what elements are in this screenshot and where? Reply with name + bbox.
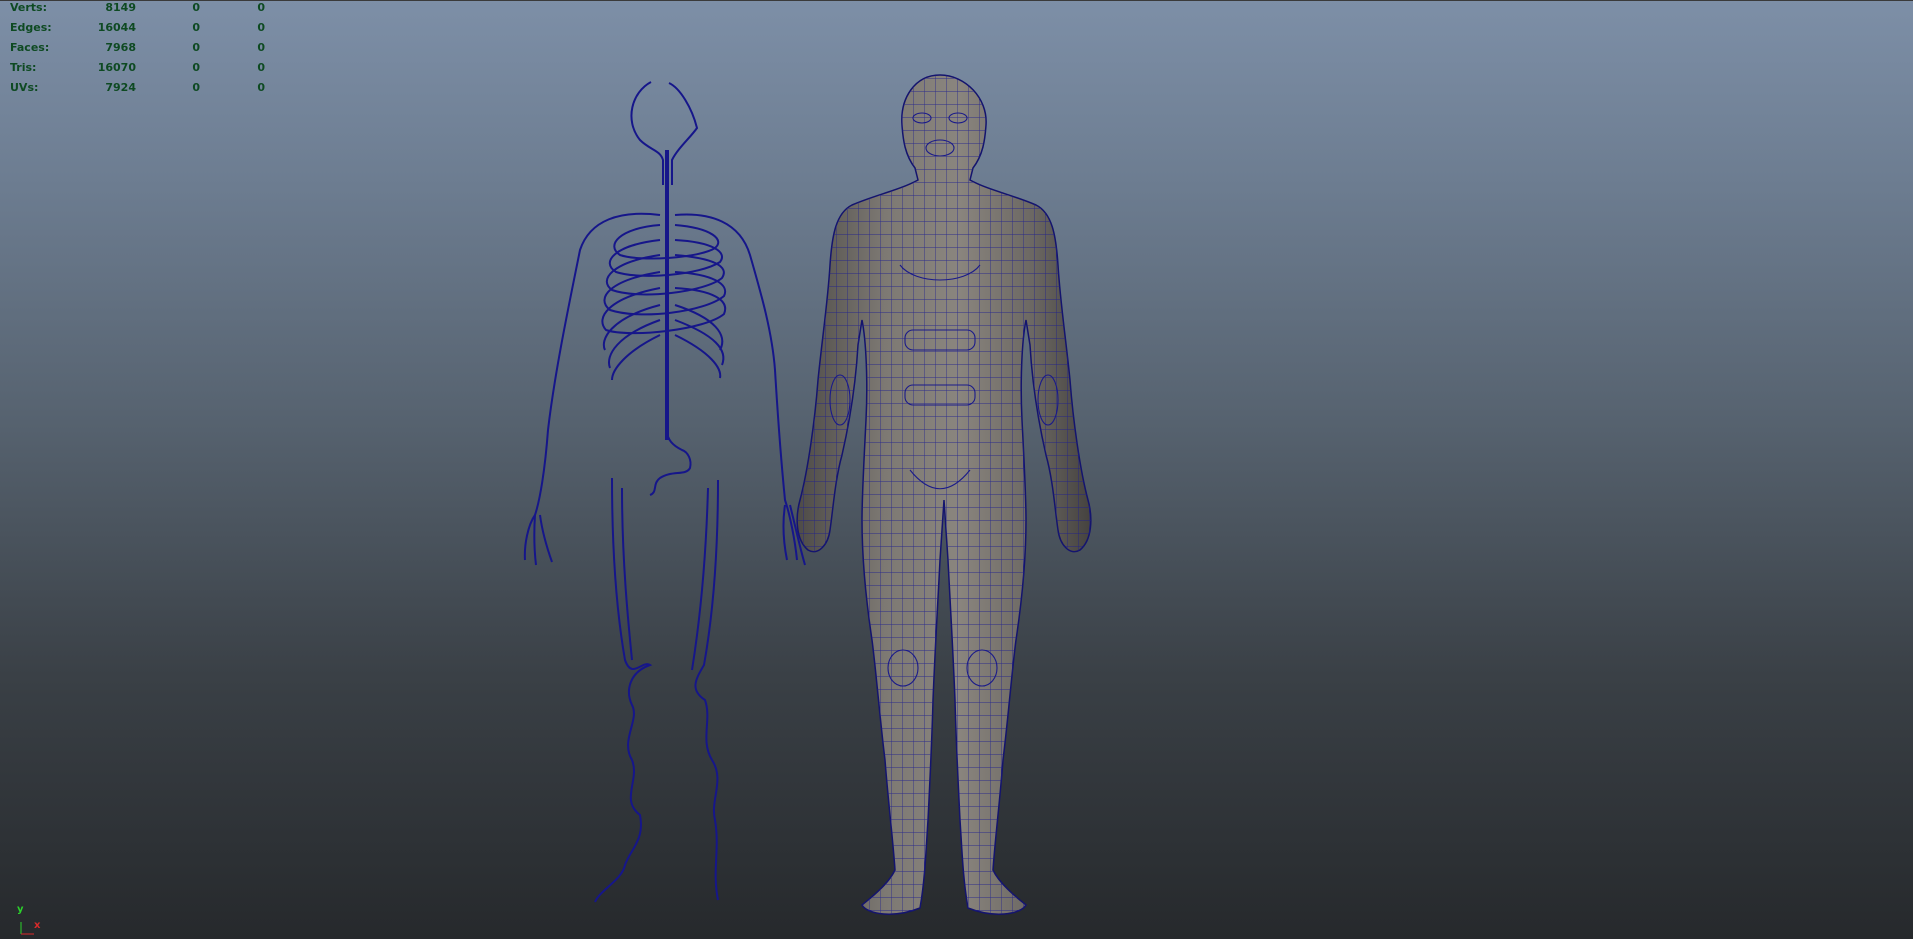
leg-right-inner [691,487,709,671]
scene-canvas[interactable] [0,0,1913,939]
human-body-mesh[interactable] [780,60,1110,930]
axis-x-label: x [34,920,41,931]
arm-right [674,213,806,566]
skull-outline [630,81,664,185]
leg-right [694,479,719,901]
body-wireframe-grid [797,75,1091,915]
view-axis-indicator: y x [12,904,46,936]
axis-y-label: y [17,904,24,915]
arm-left [523,212,661,566]
3d-viewport[interactable]: Verts: 8149 0 0 Edges: 16044 0 0 Faces: … [0,0,1913,939]
spine-lower [649,429,692,496]
leg-left-inner [621,487,633,661]
ribcage [601,224,727,381]
skeleton-curves[interactable] [523,81,806,903]
skull-outline-right [668,82,699,185]
